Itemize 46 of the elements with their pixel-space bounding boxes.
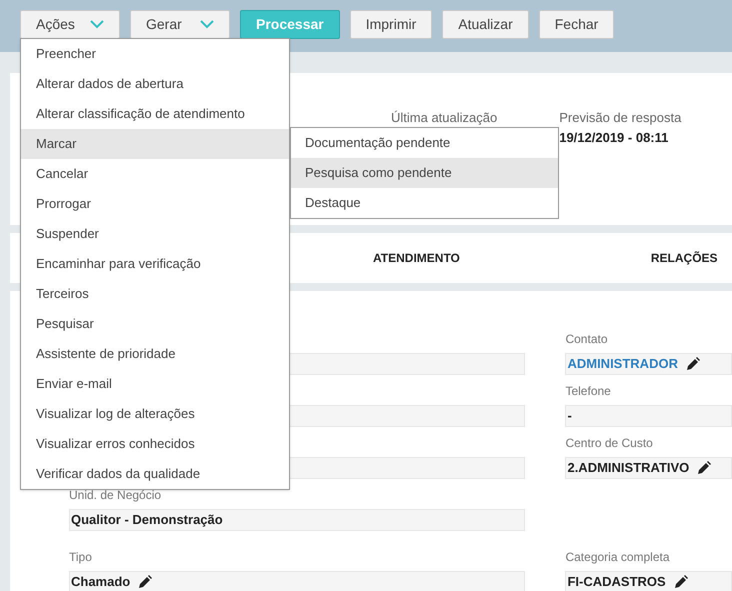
field-value[interactable]: ADMINISTRADOR [567,354,678,374]
field-value: - [567,407,572,426]
field-label: Unid. de Negócio [69,488,162,502]
menu-item[interactable]: Marcar [21,129,289,159]
tab[interactable]: ATENDIMENTO [373,249,460,267]
pencil-icon[interactable] [686,357,700,371]
menu-item[interactable]: Preencher [21,39,289,69]
forecast-date: 19/12/2019 - 08:11 [559,130,670,146]
menu-item[interactable]: Terceiros [21,279,289,309]
menu-item[interactable]: Encaminhar para verificação [21,249,289,279]
pencil-icon[interactable] [138,575,152,589]
dropdown-button[interactable]: Gerar [130,10,230,39]
dropdown-button[interactable]: Ações [20,10,120,39]
field-value: Qualitor - Demonstração [71,511,223,530]
field-label: Centro de Custo [565,436,653,450]
menu-item[interactable]: Enviar e-mail [21,369,289,399]
pencil-icon[interactable] [674,575,688,589]
menu-item[interactable]: Suspender [21,219,289,249]
field-label: Previsão de resposta [559,110,682,126]
field-label: Contato [565,332,608,346]
field-label: Categoria completa [565,550,670,564]
menu-item[interactable]: Assistente de prioridade [21,339,289,369]
menu-item[interactable]: Visualizar log de alterações [21,399,289,429]
toolbar-button[interactable]: Atualizar [442,10,529,39]
menu-item[interactable]: Visualizar erros conhecidos [21,429,289,459]
menu-item[interactable]: Pesquisa como pendente [291,158,558,188]
field-value: FI-CADASTROS [567,573,666,591]
field-label: Tipo [69,550,92,564]
chevron-down-icon [90,20,104,29]
menu-item[interactable]: Verificar dados da qualidade [21,459,289,489]
menu-item[interactable]: Alterar dados de abertura [21,69,289,99]
chevron-down-icon [200,20,214,29]
field-label: Telefone [565,384,611,398]
tab[interactable]: RELAÇÕES [650,249,718,267]
toolbar-button[interactable]: Fechar [538,10,614,39]
menu-item[interactable]: Documentação pendente [291,128,558,158]
toolbar-button[interactable]: Imprimir [350,10,432,39]
pencil-icon[interactable] [697,461,712,475]
menu-item[interactable]: Pesquisar [21,309,289,339]
field-value: Chamado [71,573,130,591]
menu-item[interactable]: Cancelar [21,159,289,189]
field-value: 2.ADMINISTRATIVO [567,459,690,478]
field-label: Última atualização [391,110,498,126]
menu-item[interactable]: Destaque [291,188,558,218]
menu-item[interactable]: Prorrogar [21,189,289,219]
menu-item[interactable]: Alterar classificação de atendimento [21,99,289,129]
